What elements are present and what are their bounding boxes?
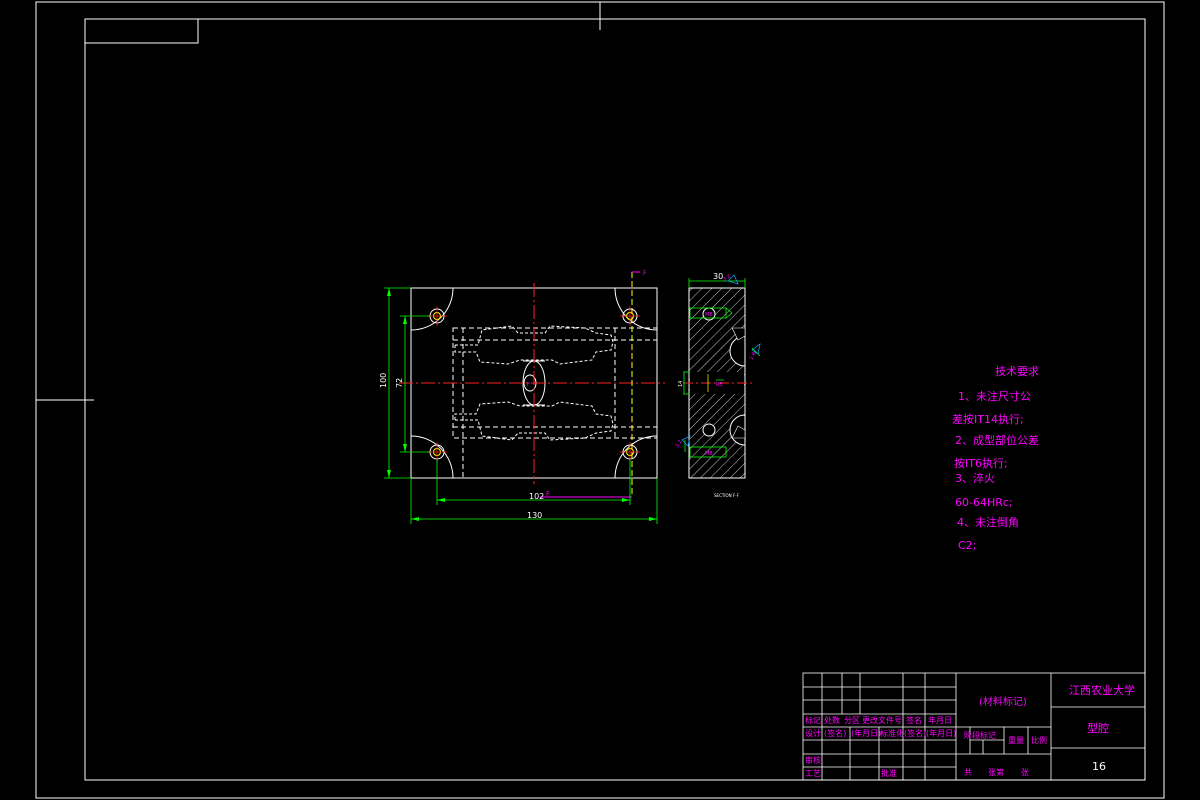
- tb-standard-label: 标准化: [880, 728, 904, 738]
- dim-section-width: 30: [713, 272, 723, 281]
- tech-req-line: C2;: [958, 539, 976, 552]
- tech-req-line: 4、未注倒角: [957, 515, 1019, 529]
- dim-section-small: 14: [678, 381, 684, 387]
- tb-design-sign: (签名): [824, 728, 846, 738]
- tech-req-line: 3、淬火: [955, 471, 995, 485]
- tech-req-line: 按IT6执行;: [954, 456, 1008, 470]
- drawing-sheet: F F F 100 72 102 130 M8 M8 R5 30 3.2 1.6…: [0, 0, 1200, 800]
- tb-process-label: 工艺: [805, 769, 821, 778]
- dim-height-outer: 100: [379, 373, 388, 388]
- tb-sheet-end: 张: [1021, 768, 1029, 777]
- sprue-label: F: [527, 382, 530, 388]
- tb-drawing-number: 16: [1092, 760, 1106, 773]
- tb-label: 更改文件号: [862, 715, 902, 725]
- tb-scale-label: 比例: [1031, 735, 1047, 745]
- tb-label: 年月日: [928, 715, 952, 725]
- section-caption: SECTION F-F: [714, 493, 740, 498]
- svg-text:R5: R5: [716, 382, 723, 388]
- tech-req-line: 2、成型部位公差: [955, 433, 1039, 447]
- dim-height-inner: 72: [395, 378, 404, 388]
- tb-school: 江西农业大学: [1069, 683, 1135, 697]
- tb-weight-label: 重量: [1008, 735, 1024, 745]
- tb-stage-label: 阶段标记: [964, 730, 996, 740]
- tb-label: 签名: [906, 715, 922, 725]
- tb-design-label: 设计: [805, 728, 821, 738]
- tech-req-line: 差按IT14执行;: [952, 412, 1024, 426]
- tb-audit-label: 审核: [805, 755, 821, 765]
- tb-label: 处数: [824, 715, 840, 725]
- tb-sheet-total: 共: [964, 768, 972, 777]
- svg-text:M8: M8: [705, 451, 713, 457]
- section-mark-top: F: [643, 270, 647, 277]
- tb-sheet-no: 张第: [988, 767, 1004, 777]
- tb-label: 标记: [805, 715, 821, 725]
- tb-material: (材料标记): [979, 695, 1027, 708]
- tb-standard-sign: (签名): [904, 728, 926, 738]
- tb-approve-label: 批准: [881, 768, 897, 778]
- section-mark-bottom: F: [546, 491, 550, 498]
- tb-standard-date: (年月日): [926, 728, 956, 738]
- dim-width-outer: 130: [527, 511, 542, 520]
- dim-width-inner: 102: [529, 492, 544, 501]
- svg-text:M8: M8: [705, 312, 713, 318]
- tb-design-date: (年月日): [851, 728, 881, 738]
- tb-label: 分区: [844, 716, 860, 725]
- tech-req-line: 60-64HRc;: [955, 496, 1013, 509]
- tech-req-title: 技术要求: [995, 365, 1039, 378]
- tech-req-line: 1、未注尺寸公: [958, 389, 1031, 403]
- tb-part-name: 型腔: [1087, 721, 1109, 735]
